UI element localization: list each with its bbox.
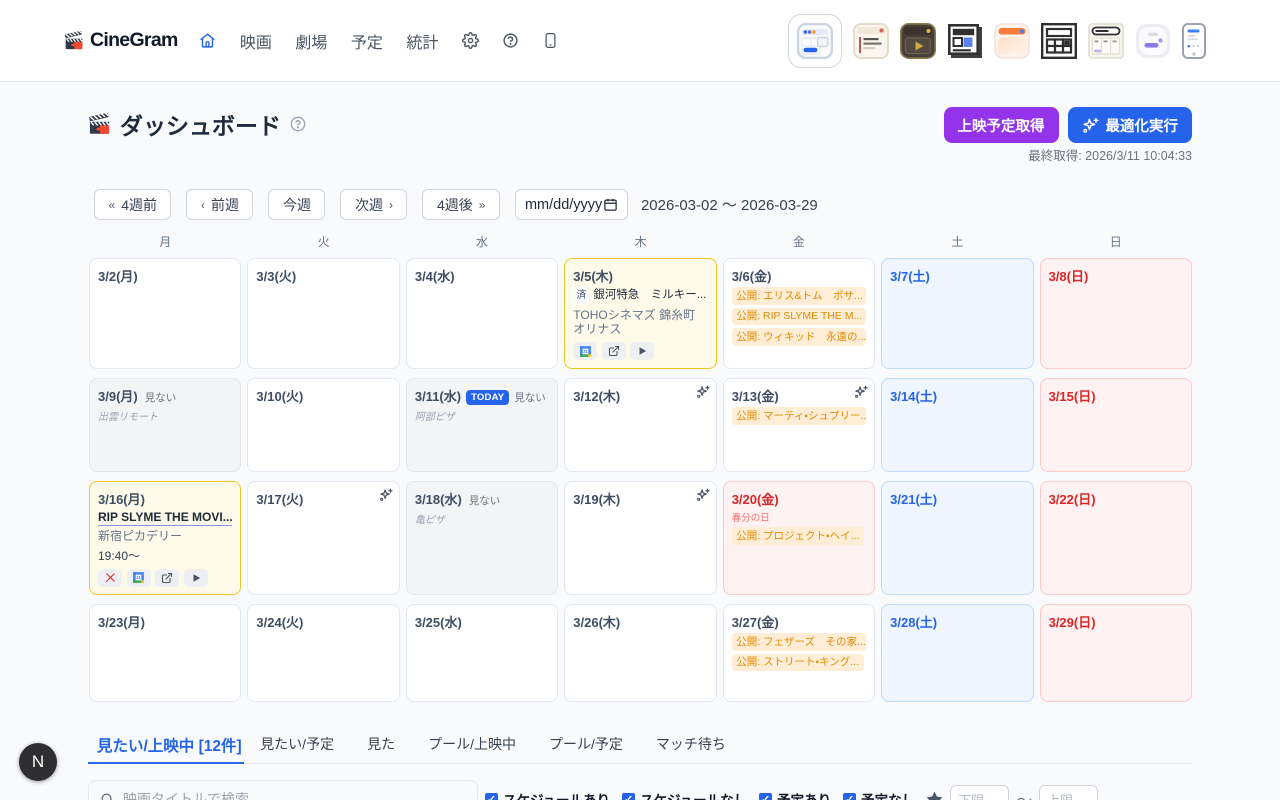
svg-text:31: 31 — [136, 575, 141, 580]
svg-text:31: 31 — [583, 349, 588, 354]
